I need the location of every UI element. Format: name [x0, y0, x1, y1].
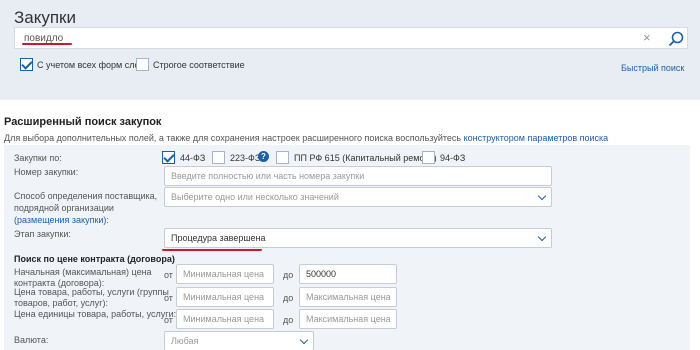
procurement-number-input[interactable]: Введите полностью или часть номера закуп…: [164, 166, 552, 186]
unit-price-label: Цена единицы товара, работы, услуги:: [14, 309, 177, 319]
strict-match-label: Строгое соответствие: [153, 60, 245, 70]
chevron-down-icon: [537, 232, 547, 242]
currency-label: Валюта:: [14, 335, 49, 345]
supplier-method-select[interactable]: Выберите одно или несколько значений: [164, 187, 552, 207]
chevron-down-icon: [537, 191, 547, 201]
currency-select[interactable]: Любая: [164, 331, 314, 350]
search-input[interactable]: [15, 28, 625, 48]
price-section-title: Поиск по цене контракта (договора): [14, 254, 175, 264]
item-price-max-input[interactable]: Максимальная цена: [299, 287, 397, 307]
initial-price-min-input[interactable]: Минимальная цена: [176, 264, 274, 284]
procurement-number-label: Номер закупки:: [14, 167, 79, 177]
search-annotation-underline: [22, 43, 72, 45]
law-label-223: 223-ФЗ: [230, 153, 261, 163]
advanced-search-form: Закупки по: 44-ФЗ 223-ФЗ ? ПП РФ 615 (Ка…: [4, 145, 690, 350]
supplier-method-placeholder: Выберите одно или несколько значений: [171, 192, 339, 202]
law-checkbox-615[interactable]: [276, 151, 289, 164]
quick-search-link[interactable]: Быстрый поиск: [621, 63, 684, 73]
unit-price-min-input[interactable]: Минимальная цена: [176, 309, 274, 329]
procurement-stage-label: Этап закупки:: [14, 229, 71, 239]
page-title: Закупки: [14, 8, 76, 27]
initial-price-max-input[interactable]: 500000: [299, 264, 397, 284]
procurement-stage-select[interactable]: Процедура завершена: [164, 228, 552, 248]
price-to-label: до: [283, 315, 294, 325]
price-to-label: до: [283, 270, 294, 280]
price-from-label: от: [164, 315, 173, 325]
strict-match-checkbox[interactable]: [136, 58, 149, 71]
law-label-615: ПП РФ 615 (Капитальный ремонт): [294, 153, 437, 163]
item-price-label-2: товаров, работ, услуг):: [14, 298, 109, 308]
search-constructor-link[interactable]: конструктором параметров поиска: [464, 133, 609, 143]
law-label-44: 44-ФЗ: [180, 153, 206, 163]
unit-price-max-input[interactable]: Максимальная цена: [299, 309, 397, 329]
advanced-search-desc-text: Для выбора дополнительных полей, а также…: [4, 133, 462, 143]
procurement-stage-value: Процедура завершена: [171, 233, 266, 243]
law-checkbox-223[interactable]: [212, 151, 225, 164]
law-checkbox-44[interactable]: [162, 151, 175, 164]
search-icon[interactable]: [667, 30, 685, 48]
chevron-down-icon: [299, 335, 309, 345]
advanced-search-title: Расширенный поиск закупок: [4, 116, 162, 128]
price-from-label: от: [164, 293, 173, 303]
word-forms-label: С учетом всех форм слов: [37, 60, 145, 70]
supplier-method-link[interactable]: (размещения закупки):: [14, 215, 109, 226]
search-box[interactable]: ×: [14, 27, 688, 49]
law-checkbox-94[interactable]: [422, 151, 435, 164]
item-price-label-1: Цена товара, работы, услуги (группы: [14, 287, 169, 297]
word-forms-checkbox[interactable]: [20, 58, 33, 71]
price-to-label: до: [283, 293, 294, 303]
initial-price-label-1: Начальная (максимальная) цена: [14, 267, 152, 277]
procurement-law-label: Закупки по:: [14, 153, 62, 163]
clear-icon[interactable]: ×: [643, 30, 651, 46]
law-label-94: 94-ФЗ: [440, 153, 466, 163]
currency-value: Любая: [171, 336, 199, 346]
advanced-search-description: Для выбора дополнительных полей, а также…: [4, 133, 608, 143]
stage-annotation-underline: [162, 249, 262, 251]
supplier-method-label-1: Способ определения поставщика,: [14, 191, 158, 201]
item-price-min-input[interactable]: Минимальная цена: [176, 287, 274, 307]
price-from-label: от: [164, 270, 173, 280]
search-panel: Закупки × С учетом всех форм слов Строго…: [0, 0, 700, 100]
supplier-method-label-2: подрядной организации: [14, 203, 114, 213]
help-icon[interactable]: ?: [258, 151, 269, 162]
